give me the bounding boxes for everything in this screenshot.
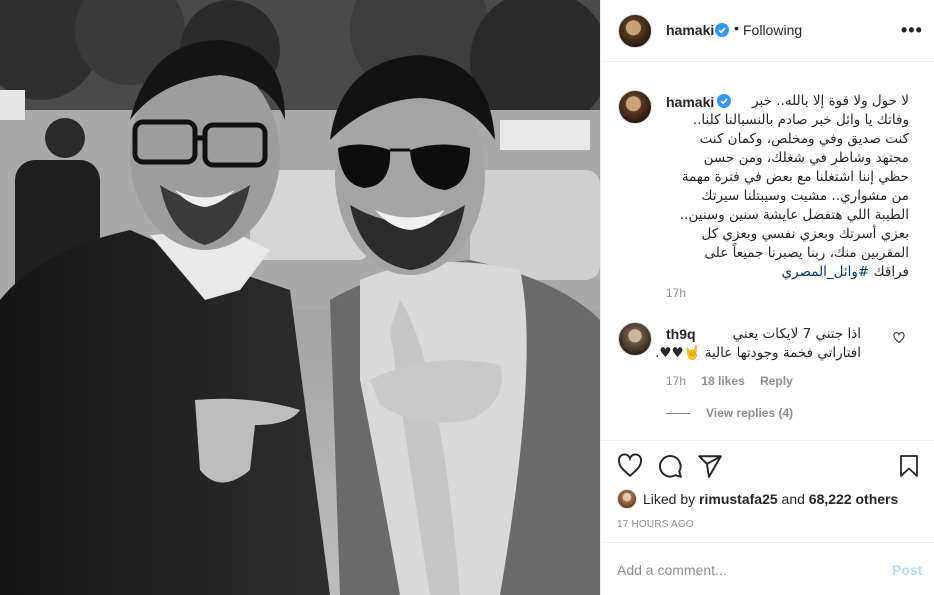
following-button[interactable]: Following [743,22,802,38]
view-replies-button[interactable]: View replies (4) [666,406,793,420]
comment-line: اذا جتني 7 لايكات يعني [732,326,861,342]
caption-line: بعزي أسرتك وبعزي نفسي وبعزي كل [701,226,909,242]
caption-line: وفاتك يا وائل خبر صادم بالنسبالنا كلنا.. [692,112,909,128]
replies-dash [666,413,690,415]
likes-summary: Liked by rimustafa25 and 68,222 others [617,489,898,509]
caption-line: الطيبة اللي هتفضل عايشة سنين وسنين.. [679,207,909,223]
comment-text: اذا جتني 7 لايكات يعني افتاراتي فخمة وجو… [655,325,861,363]
caption-line: من مشواري.. مشيت وسيبتلنا سيرتك [701,188,909,204]
comment-line: افتاراتي فخمة وجودتها عالية 🤘♥♥. [655,345,861,361]
add-comment-bar: Add a comment... Post [601,542,934,595]
caption-line: المقربين منك، ربنا يصبرنا جميعاً على [704,245,910,261]
comment-input[interactable]: Add a comment... [617,562,727,578]
hashtag-link[interactable]: #وائل_المصري [782,264,870,280]
heart-icon[interactable] [617,453,643,479]
verified-badge-icon [715,23,729,37]
caption-prefix: فراقك [873,264,909,280]
liker-avatar[interactable] [617,489,637,509]
comment-icon[interactable] [657,453,683,479]
commenter-avatar[interactable] [618,322,652,356]
caption-text: لا حول ولا قوة إلا بالله.. خبر وفاتك يا … [649,92,909,282]
author-username[interactable]: hamaki [666,22,714,38]
comment-meta: 17h 18 likes Reply [666,374,805,388]
comment-timestamp: 17h [666,374,687,388]
reply-button[interactable]: Reply [760,374,793,388]
view-replies-label[interactable]: View replies (4) [706,406,793,420]
liker-username[interactable]: rimustafa25 [699,491,778,507]
post-timestamp[interactable]: 17 HOURS AGO [617,519,694,530]
separator-dot: • [734,20,739,36]
liked-by-prefix: Liked by [643,491,696,507]
likes-others-count[interactable]: 68,222 others [809,491,899,507]
post-comment-button[interactable]: Post [892,562,922,578]
caption-avatar[interactable] [618,90,652,124]
likes-conj: and [781,491,805,507]
bookmark-icon[interactable] [897,453,921,479]
comment-like-heart-icon[interactable] [893,332,905,344]
caption-line: كنت صديق وفي ومخلص، وكمان كنت [699,131,909,147]
comment-likes-count[interactable]: 18 likes [701,374,744,388]
post-header: hamaki • Following ••• [601,0,934,62]
more-options-icon[interactable]: ••• [901,20,923,41]
photo-illustration [0,0,600,595]
caption-line: حظي إننا اشتغلنا مع بعض في فترة مهمة [681,169,909,185]
caption-last-line: فراقك #وائل_المصري [649,263,910,282]
paper-plane-icon[interactable] [697,453,723,479]
caption-line: لا حول ولا قوة إلا بالله.. خبر [752,93,909,109]
caption-timestamp: 17h [666,286,687,300]
author-avatar[interactable] [618,14,652,48]
caption-line: مجتهد وشاطر في شغلك، ومن حسن [703,150,909,166]
post-details-panel: hamaki • Following ••• hamaki لا حول ولا… [600,0,934,595]
post-photo[interactable] [0,0,600,595]
